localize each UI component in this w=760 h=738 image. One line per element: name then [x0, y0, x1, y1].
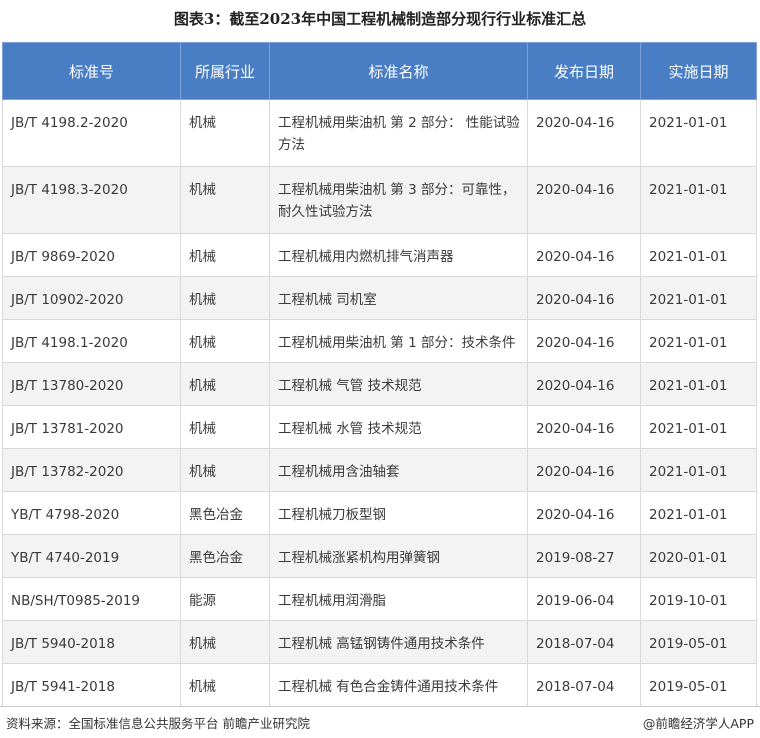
cell-industry: 机械 [180, 620, 270, 664]
header-publish-date: 发布日期 [527, 42, 641, 100]
cell-standard-name: 工程机械用内燃机排气消声器 [269, 233, 528, 277]
footer: 资料来源：全国标准信息公共服务平台 前瞻产业研究院 @前瞻经济学人APP [0, 706, 760, 738]
cell-standard-name: 工程机械用含油轴套 [269, 448, 528, 492]
cell-standard-name: 工程机械刀板型钢 [269, 491, 528, 535]
cell-effective-date: 2021-01-01 [640, 319, 757, 363]
cell-effective-date: 2021-01-01 [640, 276, 757, 320]
cell-publish-date: 2020-04-16 [527, 491, 641, 535]
cell-effective-date: 2019-05-01 [640, 663, 757, 707]
cell-standard-no: JB/T 13781-2020 [2, 405, 181, 449]
cell-industry: 机械 [180, 166, 270, 234]
cell-standard-no: JB/T 10902-2020 [2, 276, 181, 320]
cell-publish-date: 2020-04-16 [527, 276, 641, 320]
table-row: JB/T 9869-2020 机械 工程机械用内燃机排气消声器 2020-04-16 2… [2, 233, 757, 277]
standards-table: 标准号 所属行业 标准名称 发布日期 实施日期 JB/T 4198.2-2020… [2, 42, 757, 707]
cell-effective-date: 2019-05-01 [640, 620, 757, 664]
cell-industry: 机械 [180, 448, 270, 492]
table-row: JB/T 4198.1-2020 机械 工程机械用柴油机 第 1 部分：技术条件 20… [2, 319, 757, 363]
cell-publish-date: 2018-07-04 [527, 620, 641, 664]
cell-standard-name: 工程机械用柴油机 第 3 部分：可靠性，耐久性试验方法 [269, 166, 528, 234]
header-effective-date: 实施日期 [640, 42, 757, 100]
cell-publish-date: 2020-04-16 [527, 99, 641, 167]
cell-standard-no: JB/T 5940-2018 [2, 620, 181, 664]
table-row: JB/T 5940-2018 机械 工程机械 高锰钢铸件通用技术条件 2018-07-… [2, 620, 757, 664]
table-row: JB/T 4198.2-2020 机械 工程机械用柴油机 第 2 部分： 性能试验方… [2, 99, 757, 167]
cell-effective-date: 2021-01-01 [640, 233, 757, 277]
cell-standard-name: 工程机械 水管 技术规范 [269, 405, 528, 449]
cell-standard-no: JB/T 4198.1-2020 [2, 319, 181, 363]
cell-industry: 机械 [180, 233, 270, 277]
source-note: 资料来源：全国标准信息公共服务平台 前瞻产业研究院 [6, 716, 310, 731]
cell-effective-date: 2020-01-01 [640, 534, 757, 578]
cell-effective-date: 2021-01-01 [640, 405, 757, 449]
table-row: JB/T 13782-2020 机械 工程机械用含油轴套 2020-04-16 2021… [2, 448, 757, 492]
table-row: YB/T 4740-2019 黑色冶金 工程机械涨紧机构用弹簧钢 2019-08-27… [2, 534, 757, 578]
table-row: JB/T 4198.3-2020 机械 工程机械用柴油机 第 3 部分：可靠性，耐久… [2, 166, 757, 234]
cell-publish-date: 2020-04-16 [527, 405, 641, 449]
cell-industry: 黑色冶金 [180, 534, 270, 578]
table-row: YB/T 4798-2020 黑色冶金 工程机械刀板型钢 2020-04-16 2021… [2, 491, 757, 535]
cell-standard-name: 工程机械用柴油机 第 2 部分： 性能试验方法 [269, 99, 528, 167]
table-row: NB/SH/T0985-2019 能源 工程机械用润滑脂 2019-06-04 2019… [2, 577, 757, 621]
cell-standard-no: YB/T 4740-2019 [2, 534, 181, 578]
cell-publish-date: 2020-04-16 [527, 233, 641, 277]
cell-effective-date: 2019-10-01 [640, 577, 757, 621]
header-standard-name: 标准名称 [269, 42, 528, 100]
cell-publish-date: 2020-04-16 [527, 166, 641, 234]
table-row: JB/T 5941-2018 机械 工程机械 有色合金铸件通用技术条件 2018-07… [2, 663, 757, 707]
cell-standard-no: YB/T 4798-2020 [2, 491, 181, 535]
cell-industry: 机械 [180, 405, 270, 449]
cell-standard-no: NB/SH/T0985-2019 [2, 577, 181, 621]
cell-standard-no: JB/T 4198.2-2020 [2, 99, 181, 167]
page-title: 图表3：截至2023年中国工程机械制造部分现行行业标准汇总 [173, 10, 587, 28]
cell-publish-date: 2020-04-16 [527, 319, 641, 363]
cell-standard-no: JB/T 9869-2020 [2, 233, 181, 277]
cell-standard-no: JB/T 4198.3-2020 [2, 166, 181, 234]
cell-effective-date: 2021-01-01 [640, 362, 757, 406]
cell-publish-date: 2018-07-04 [527, 663, 641, 707]
cell-standard-name: 工程机械 有色合金铸件通用技术条件 [269, 663, 528, 707]
table-header-row: 标准号 所属行业 标准名称 发布日期 实施日期 [2, 42, 757, 100]
cell-publish-date: 2020-04-16 [527, 362, 641, 406]
cell-effective-date: 2021-01-01 [640, 448, 757, 492]
cell-standard-no: JB/T 13782-2020 [2, 448, 181, 492]
cell-effective-date: 2021-01-01 [640, 166, 757, 234]
cell-publish-date: 2020-04-16 [527, 448, 641, 492]
cell-standard-name: 工程机械 司机室 [269, 276, 528, 320]
cell-publish-date: 2019-08-27 [527, 534, 641, 578]
cell-standard-name: 工程机械涨紧机构用弹簧钢 [269, 534, 528, 578]
cell-standard-name: 工程机械 气管 技术规范 [269, 362, 528, 406]
cell-industry: 机械 [180, 276, 270, 320]
cell-effective-date: 2021-01-01 [640, 99, 757, 167]
table-row: JB/T 13781-2020 机械 工程机械 水管 技术规范 2020-04-16 2… [2, 405, 757, 449]
cell-industry: 机械 [180, 319, 270, 363]
cell-publish-date: 2019-06-04 [527, 577, 641, 621]
cell-standard-name: 工程机械 高锰钢铸件通用技术条件 [269, 620, 528, 664]
brand-label: @前瞻经济学人APP [642, 716, 754, 731]
table-row: JB/T 13780-2020 机械 工程机械 气管 技术规范 2020-04-16 2… [2, 362, 757, 406]
table-row: JB/T 10902-2020 机械 工程机械 司机室 2020-04-16 2021-… [2, 276, 757, 320]
cell-effective-date: 2021-01-01 [640, 491, 757, 535]
cell-industry: 能源 [180, 577, 270, 621]
cell-standard-no: JB/T 13780-2020 [2, 362, 181, 406]
header-standard-no: 标准号 [2, 42, 181, 100]
cell-industry: 黑色冶金 [180, 491, 270, 535]
cell-standard-name: 工程机械用柴油机 第 1 部分：技术条件 [269, 319, 528, 363]
cell-industry: 机械 [180, 362, 270, 406]
cell-industry: 机械 [180, 663, 270, 707]
cell-standard-name: 工程机械用润滑脂 [269, 577, 528, 621]
cell-industry: 机械 [180, 99, 270, 167]
header-industry: 所属行业 [180, 42, 270, 100]
cell-standard-no: JB/T 5941-2018 [2, 663, 181, 707]
